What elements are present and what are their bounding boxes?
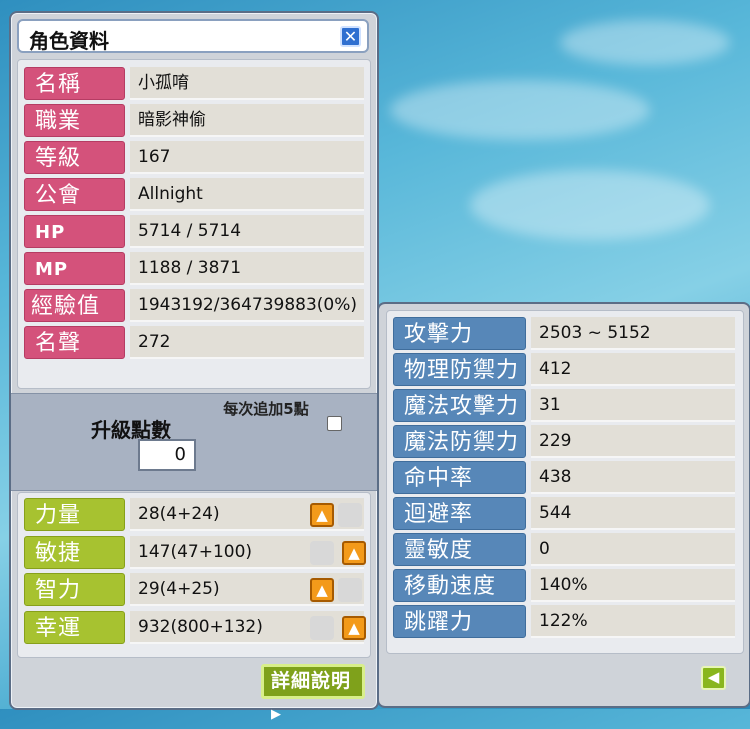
arrow-up-icon: ▲	[348, 619, 360, 637]
arrow-right-icon: ▶	[271, 707, 282, 722]
detail-row: 迴避率 544	[393, 497, 735, 531]
ability-point-section: 升級點數 0 每次追加5點	[11, 393, 377, 491]
info-label: 經驗值	[24, 289, 125, 322]
detail-row: 跳躍力 122%	[393, 605, 735, 639]
info-label: 職業	[24, 104, 125, 137]
stat-label: 力量	[24, 498, 125, 531]
auto-assign-checkbox[interactable]	[327, 416, 342, 431]
info-row-level: 等級 167	[24, 141, 364, 175]
info-value: 167	[130, 141, 364, 174]
close-icon: ✕	[343, 27, 358, 46]
auto-assign-label: 每次追加5點	[223, 400, 309, 418]
info-row-name: 名稱 小孤唷	[24, 67, 364, 101]
detail-value: 0	[531, 533, 735, 566]
button-slot	[338, 503, 362, 527]
info-value: 小孤唷	[130, 67, 364, 100]
detail-value: 544	[531, 497, 735, 530]
arrow-up-icon: ▲	[316, 506, 328, 524]
info-row-fame: 名聲 272	[24, 326, 364, 360]
info-value: 1188 / 3871	[130, 252, 364, 285]
detail-label: 移動速度	[393, 569, 526, 602]
info-label: 等級	[24, 141, 125, 174]
info-row-exp: 經驗值 1943192/364739883(0%)	[24, 289, 364, 323]
detail-label: 靈敏度	[393, 533, 526, 566]
info-label: HP	[24, 215, 125, 248]
ap-value: 0	[138, 439, 196, 471]
detail-row: 靈敏度 0	[393, 533, 735, 567]
detail-stats-window: 攻擊力 2503 ~ 5152 物理防禦力 412 魔法攻擊力 31 魔法防禦力…	[377, 302, 750, 708]
cloud	[470, 170, 710, 240]
button-slot	[310, 616, 334, 640]
detail-row: 魔法防禦力 229	[393, 425, 735, 459]
detail-row: 命中率 438	[393, 461, 735, 495]
detail-label: 物理防禦力	[393, 353, 526, 386]
stat-label: 幸運	[24, 611, 125, 644]
detail-value: 31	[531, 389, 735, 422]
stat-row-dex: 敏捷 147(47+100) ▲	[24, 536, 366, 570]
detail-label: 攻擊力	[393, 317, 526, 350]
window-title: 角色資料	[29, 29, 109, 53]
detail-label: 命中率	[393, 461, 526, 494]
info-row-job: 職業 暗影神偷	[24, 104, 364, 138]
info-label: MP	[24, 252, 125, 285]
title-bar[interactable]: 角色資料 ✕	[17, 19, 369, 53]
button-slot	[310, 541, 334, 565]
info-row-mp: MP 1188 / 3871	[24, 252, 364, 286]
detail-label: 魔法攻擊力	[393, 389, 526, 422]
info-value: 暗影神偷	[130, 104, 364, 137]
detail-row: 移動速度 140%	[393, 569, 735, 603]
button-slot	[338, 578, 362, 602]
increase-str-button[interactable]: ▲	[310, 503, 334, 527]
details-button[interactable]: 詳細說明 ▶	[261, 664, 365, 722]
info-row-hp: HP 5714 / 5714	[24, 215, 364, 249]
info-label: 名稱	[24, 67, 125, 100]
arrow-up-icon: ▲	[316, 581, 328, 599]
detail-label: 迴避率	[393, 497, 526, 530]
stats-section: 力量 28(4+24) ▲ 敏捷 147(47+100) ▲ 智力 29(4+2…	[17, 492, 371, 658]
stat-row-int: 智力 29(4+25) ▲	[24, 573, 364, 607]
detail-label: 跳躍力	[393, 605, 526, 638]
detail-value: 412	[531, 353, 735, 386]
info-label: 公會	[24, 178, 125, 211]
detail-row: 魔法攻擊力 31	[393, 389, 735, 423]
stat-label: 智力	[24, 573, 125, 606]
info-label: 名聲	[24, 326, 125, 359]
stat-row-luk: 幸運 932(800+132) ▲	[24, 611, 366, 645]
info-value: 1943192/364739883(0%)	[130, 289, 364, 322]
basic-info-section: 名稱 小孤唷 職業 暗影神偷 等級 167 公會 Allnight HP 571…	[17, 59, 371, 389]
stat-row-str: 力量 28(4+24) ▲	[24, 498, 364, 532]
detail-value: 438	[531, 461, 735, 494]
detail-row: 物理防禦力 412	[393, 353, 735, 387]
info-value: Allnight	[130, 178, 364, 211]
info-row-guild: 公會 Allnight	[24, 178, 364, 212]
details-button-label: 詳細說明	[271, 670, 352, 692]
detail-value: 140%	[531, 569, 735, 602]
character-info-window: 角色資料 ✕ 名稱 小孤唷 職業 暗影神偷 等級 167 公會 Allnight…	[9, 11, 379, 722]
detail-value: 229	[531, 425, 735, 458]
increase-luk-button[interactable]: ▲	[342, 616, 366, 640]
cloud	[560, 20, 730, 65]
cloud	[390, 80, 650, 140]
detail-value: 122%	[531, 605, 735, 638]
increase-int-button[interactable]: ▲	[310, 578, 334, 602]
increase-dex-button[interactable]: ▲	[342, 541, 366, 565]
detail-stats-section: 攻擊力 2503 ~ 5152 物理防禦力 412 魔法攻擊力 31 魔法防禦力…	[386, 310, 744, 654]
collapse-details-button[interactable]: ◀	[701, 666, 726, 690]
stat-label: 敏捷	[24, 536, 125, 569]
close-button[interactable]: ✕	[340, 26, 361, 47]
info-value: 272	[130, 326, 364, 359]
info-value: 5714 / 5714	[130, 215, 364, 248]
arrow-up-icon: ▲	[348, 544, 360, 562]
detail-value: 2503 ~ 5152	[531, 317, 735, 350]
detail-label: 魔法防禦力	[393, 425, 526, 458]
detail-row: 攻擊力 2503 ~ 5152	[393, 317, 735, 351]
arrow-left-icon: ◀	[707, 668, 720, 686]
